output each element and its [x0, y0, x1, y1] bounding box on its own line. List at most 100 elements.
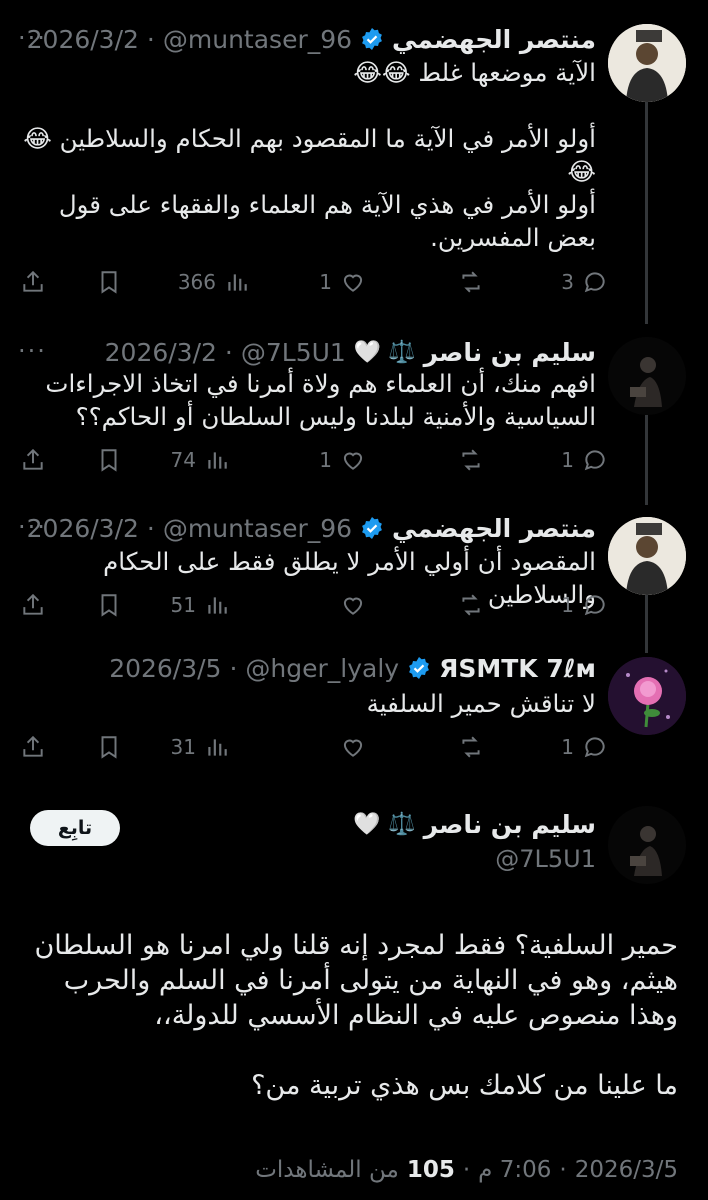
views-chart-icon	[208, 452, 227, 469]
reply-tweet[interactable]: منتصر الجهضمي @muntaser_96 · 2026/3/2 ··…	[0, 505, 708, 645]
main-author[interactable]: سليم بن ناصر ⚖️ 🤍	[353, 810, 596, 839]
comment-button[interactable]: 3	[561, 262, 608, 302]
views-chart-icon	[208, 597, 227, 614]
tweet-time[interactable]: 7:06 م	[478, 1157, 551, 1183]
comment-button[interactable]: 1	[561, 585, 608, 625]
views-button[interactable]: 51	[171, 585, 230, 625]
main-avatar[interactable]	[608, 806, 686, 884]
views-chart-icon	[208, 739, 227, 756]
author-name[interactable]: منتصر الجهضمي	[392, 514, 596, 543]
author-handle[interactable]: @hger_lyaly	[245, 654, 399, 683]
comment-icon	[584, 450, 605, 471]
retweet-button[interactable]	[458, 585, 484, 625]
share-button[interactable]	[20, 440, 46, 480]
views-button[interactable]: 31	[171, 727, 230, 767]
share-icon	[23, 270, 43, 292]
follow-button[interactable]: تابِع	[30, 810, 120, 846]
views-count[interactable]: 105	[407, 1157, 455, 1183]
comment-icon	[584, 737, 605, 758]
main-author-handle[interactable]: @7L5U1	[495, 845, 596, 873]
tweet-date[interactable]: 2026/3/5	[575, 1157, 678, 1183]
main-tweet-text: حمير السلفية؟ فقط لمجرد إنه قلنا ولي امر…	[34, 930, 678, 1101]
more-options-icon[interactable]: ···	[18, 513, 47, 541]
comment-button[interactable]: 1	[561, 440, 608, 480]
bookmark-icon	[101, 594, 117, 617]
avatar[interactable]	[608, 517, 686, 595]
name-emojis: ⚖️ 🤍	[353, 339, 416, 365]
share-icon	[23, 593, 43, 615]
comment-count: 3	[561, 270, 574, 294]
author-handle[interactable]: @7L5U1	[241, 338, 346, 367]
retweet-icon	[462, 736, 480, 758]
bookmark-button[interactable]	[96, 727, 122, 767]
share-button[interactable]	[20, 262, 46, 302]
like-button[interactable]	[340, 727, 366, 767]
more-options-icon[interactable]: ···	[18, 337, 47, 365]
retweet-icon	[462, 449, 480, 471]
comment-count: 1	[561, 735, 574, 759]
heart-icon	[343, 452, 363, 470]
views-count: 31	[170, 735, 196, 759]
like-button[interactable]	[340, 585, 366, 625]
retweet-icon	[462, 594, 480, 616]
views-count: 366	[177, 270, 216, 294]
bookmark-button[interactable]	[96, 585, 122, 625]
tweet-date[interactable]: 2026/3/2	[105, 338, 217, 367]
like-button[interactable]: 1	[319, 440, 366, 480]
views-button[interactable]: 366	[178, 262, 250, 302]
avatar-silhouette-icon	[608, 337, 686, 415]
separator-dot: ·	[146, 24, 155, 54]
author-name[interactable]: سليم بن ناصر	[424, 338, 596, 367]
retweet-button[interactable]	[458, 440, 484, 480]
share-icon	[23, 735, 43, 757]
verified-badge-icon	[409, 657, 430, 679]
tweet-meta: 2026/3/5 · 7:06 م · 105 من المشاهدات	[255, 1157, 678, 1183]
bookmark-button[interactable]	[96, 440, 122, 480]
reply-tweet[interactable]: ЯЅMTK 7ℓм @hger_lyaly · 2026/3/5 لا تناق…	[0, 645, 708, 785]
like-count: 1	[319, 448, 332, 472]
bookmark-button[interactable]	[96, 262, 122, 302]
main-author-name[interactable]: سليم بن ناصر	[424, 810, 596, 839]
views-button[interactable]: 74	[171, 440, 230, 480]
separator-dot: ·	[462, 1157, 471, 1183]
avatar-silhouette-icon	[608, 806, 686, 884]
more-options-icon[interactable]: ···	[18, 24, 47, 52]
rose-avatar-icon	[608, 657, 686, 735]
author-name[interactable]: منتصر الجهضمي	[392, 25, 596, 54]
author-handle[interactable]: @muntaser_96	[163, 514, 352, 543]
tweet-date[interactable]: 2026/3/5	[109, 654, 221, 683]
avatar[interactable]	[608, 24, 686, 102]
reply-tweet[interactable]: سليم بن ناصر ⚖️ 🤍 @7L5U1 · 2026/3/2 ··· …	[0, 325, 708, 495]
views-label: من المشاهدات	[255, 1157, 399, 1183]
comment-button[interactable]: 1	[561, 727, 608, 767]
like-count: 1	[319, 270, 332, 294]
comment-icon	[584, 595, 605, 616]
views-chart-icon	[228, 274, 247, 291]
views-count: 74	[170, 448, 196, 472]
verified-badge-icon	[362, 517, 382, 539]
share-button[interactable]	[20, 727, 46, 767]
heart-icon	[343, 739, 363, 757]
tweet-text: افهم منك، أن العلماء هم ولاة أمرنا في ات…	[37, 369, 596, 431]
separator-dot: ·	[224, 337, 233, 367]
retweet-button[interactable]	[458, 727, 484, 767]
comment-icon	[584, 272, 605, 293]
comment-count: 1	[561, 593, 574, 617]
name-emojis: ⚖️ 🤍	[353, 812, 416, 837]
like-button[interactable]: 1	[319, 262, 366, 302]
reply-tweet[interactable]: منتصر الجهضمي @muntaser_96 · 2026/3/2 ··…	[0, 0, 708, 320]
share-icon	[23, 448, 43, 470]
avatar[interactable]	[608, 657, 686, 735]
heart-icon	[343, 597, 363, 615]
separator-dot: ·	[559, 1157, 567, 1183]
share-button[interactable]	[20, 585, 46, 625]
separator-dot: ·	[146, 513, 155, 543]
avatar[interactable]	[608, 337, 686, 415]
comment-count: 1	[561, 448, 574, 472]
avatar-photo-icon	[608, 517, 686, 595]
avatar-photo-icon	[608, 24, 686, 102]
tweet-text: الآية موضعها غلط 😂😂 أولو الأمر في الآية …	[23, 58, 596, 252]
author-handle[interactable]: @muntaser_96	[163, 25, 352, 54]
retweet-button[interactable]	[458, 262, 484, 302]
author-name[interactable]: ЯЅMTK 7ℓм	[439, 654, 596, 683]
